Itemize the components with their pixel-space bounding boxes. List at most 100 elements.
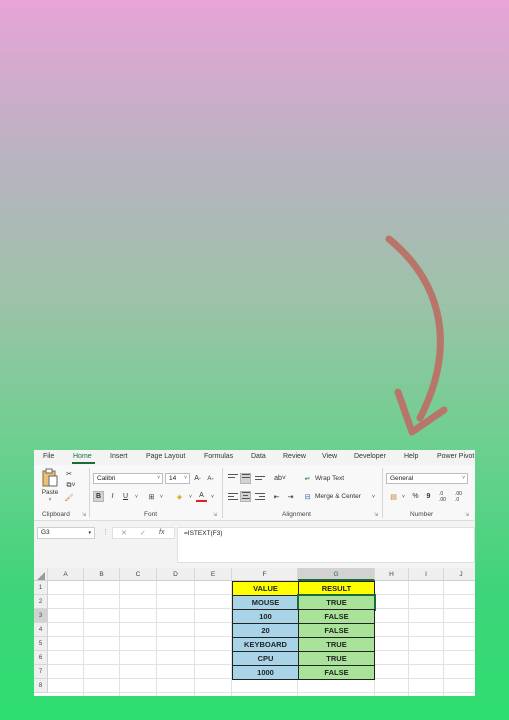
align-center-icon[interactable]: [240, 491, 251, 502]
paste-button[interactable]: Paste: [38, 489, 62, 496]
align-top-icon[interactable]: [228, 474, 238, 483]
table-header-result[interactable]: RESULT: [298, 581, 375, 596]
number-launcher-icon[interactable]: ⇲: [465, 512, 469, 518]
format-painter-icon[interactable]: 🖌: [64, 493, 74, 503]
table-header-value[interactable]: VALUE: [232, 581, 299, 596]
tab-developer[interactable]: Developer: [354, 453, 386, 460]
tab-page-layout[interactable]: Page Layout: [146, 453, 185, 460]
alignment-group-label: Alignment: [282, 511, 311, 518]
column-header-h[interactable]: H: [375, 568, 409, 581]
wrap-text-icon[interactable]: ↵: [302, 473, 313, 484]
more-options-icon[interactable]: ⋮: [102, 528, 109, 536]
value-cell[interactable]: MOUSE: [232, 595, 299, 610]
paste-icon[interactable]: [40, 468, 60, 488]
borders-dropdown-icon[interactable]: ˅: [156, 491, 167, 502]
tab-home[interactable]: Home: [73, 453, 92, 460]
name-box[interactable]: G3 ▾: [37, 527, 95, 539]
tab-review[interactable]: Review: [283, 453, 306, 460]
row-header-4[interactable]: 4: [34, 623, 48, 637]
chevron-down-icon: ˅: [184, 475, 187, 481]
divider: [222, 468, 223, 518]
result-cell[interactable]: FALSE: [298, 665, 375, 680]
column-header-b[interactable]: B: [84, 568, 120, 581]
merge-center-icon[interactable]: ⊟: [302, 491, 313, 502]
percent-style-button[interactable]: %: [410, 491, 421, 502]
row-header-5[interactable]: 5: [34, 637, 48, 651]
italic-button[interactable]: I: [107, 491, 118, 502]
grid-line: [48, 692, 475, 693]
bold-button[interactable]: B: [93, 491, 104, 502]
row-header-2[interactable]: 2: [34, 595, 48, 609]
column-header-j[interactable]: J: [444, 568, 475, 581]
paste-dropdown-icon[interactable]: ˅: [46, 497, 54, 503]
font-launcher-icon[interactable]: ⇲: [213, 512, 217, 518]
comma-style-button[interactable]: 9: [423, 491, 434, 502]
increase-indent-icon[interactable]: ⇥: [285, 491, 296, 502]
row-header-6[interactable]: 6: [34, 651, 48, 665]
value-cell[interactable]: 20: [232, 623, 299, 638]
align-middle-icon[interactable]: [240, 473, 251, 484]
wrap-text-button[interactable]: Wrap Text: [315, 473, 344, 484]
result-cell[interactable]: TRUE: [298, 637, 375, 652]
merge-center-button[interactable]: Merge & Center: [315, 491, 361, 502]
result-cell[interactable]: FALSE: [298, 623, 375, 638]
tab-formulas[interactable]: Formulas: [204, 453, 233, 460]
shrink-font-icon[interactable]: A ˅: [205, 473, 216, 484]
align-bottom-icon[interactable]: [255, 476, 265, 485]
font-name-select[interactable]: Calibri ˅: [93, 473, 163, 484]
merge-dropdown-icon[interactable]: ˅: [368, 491, 379, 502]
decrease-decimal-icon[interactable]: .00.0: [453, 491, 464, 503]
column-header-a[interactable]: A: [48, 568, 84, 581]
result-cell[interactable]: FALSE: [298, 609, 375, 624]
increase-decimal-icon[interactable]: .0.00: [437, 491, 448, 503]
chevron-down-icon: ▾: [88, 530, 91, 536]
underline-dropdown-icon[interactable]: ˅: [131, 491, 142, 502]
row-header-3[interactable]: 3: [34, 609, 48, 623]
tab-insert[interactable]: Insert: [110, 453, 128, 460]
formula-input[interactable]: =ISTEXT(F3): [177, 527, 475, 563]
grow-font-icon[interactable]: A ^: [192, 473, 203, 484]
font-color-dropdown-icon[interactable]: ˅: [207, 491, 218, 502]
decrease-indent-icon[interactable]: ⇤: [271, 491, 282, 502]
align-left-icon[interactable]: [228, 493, 238, 502]
enter-icon[interactable]: ✓: [140, 529, 146, 537]
result-cell-active[interactable]: TRUE: [297, 594, 376, 611]
underline-button[interactable]: U: [120, 491, 131, 502]
tab-power-pivot[interactable]: Power Pivot: [437, 453, 474, 460]
result-cell[interactable]: TRUE: [298, 651, 375, 666]
column-header-g[interactable]: G: [298, 568, 375, 581]
value-cell[interactable]: 100: [232, 609, 299, 624]
font-color-button[interactable]: A: [196, 491, 207, 502]
row-header-7[interactable]: 7: [34, 665, 48, 679]
clipboard-launcher-icon[interactable]: ⇲: [82, 512, 86, 518]
column-header-c[interactable]: C: [120, 568, 157, 581]
column-header-f[interactable]: F: [232, 568, 298, 581]
copy-icon[interactable]: ⧉˅: [64, 481, 78, 491]
select-all-corner[interactable]: [34, 568, 48, 581]
accounting-dropdown-icon[interactable]: ˅: [398, 491, 409, 502]
tab-data[interactable]: Data: [251, 453, 266, 460]
fill-dropdown-icon[interactable]: ˅: [185, 491, 196, 502]
number-format-select[interactable]: General ˅: [386, 473, 468, 484]
value-cell[interactable]: CPU: [232, 651, 299, 666]
insert-function-icon[interactable]: fx: [159, 529, 164, 536]
cut-icon[interactable]: ✂: [64, 469, 74, 479]
row-header-8[interactable]: 8: [34, 679, 48, 693]
value-cell[interactable]: KEYBOARD: [232, 637, 299, 652]
tab-view[interactable]: View: [322, 453, 337, 460]
column-header-e[interactable]: E: [195, 568, 232, 581]
font-size-select[interactable]: 14 ˅: [165, 473, 190, 484]
tab-help[interactable]: Help: [404, 453, 418, 460]
value-cell[interactable]: 1000: [232, 665, 299, 680]
worksheet-grid[interactable]: ABCDEFGHIJ 12345678 VALUE RESULT MOUSE T…: [34, 568, 475, 696]
fill-color-icon[interactable]: ◈: [174, 491, 185, 502]
tab-file[interactable]: File: [43, 453, 54, 460]
align-right-icon[interactable]: [255, 493, 265, 502]
column-header-d[interactable]: D: [157, 568, 195, 581]
cancel-icon[interactable]: ✕: [121, 529, 127, 537]
column-header-i[interactable]: I: [409, 568, 444, 581]
row-header-1[interactable]: 1: [34, 581, 48, 595]
orientation-icon[interactable]: ab˅: [272, 473, 288, 484]
formula-bar: G3 ▾ ⋮ ✕ ✓ fx =ISTEXT(F3): [34, 522, 475, 566]
alignment-launcher-icon[interactable]: ⇲: [374, 512, 378, 518]
